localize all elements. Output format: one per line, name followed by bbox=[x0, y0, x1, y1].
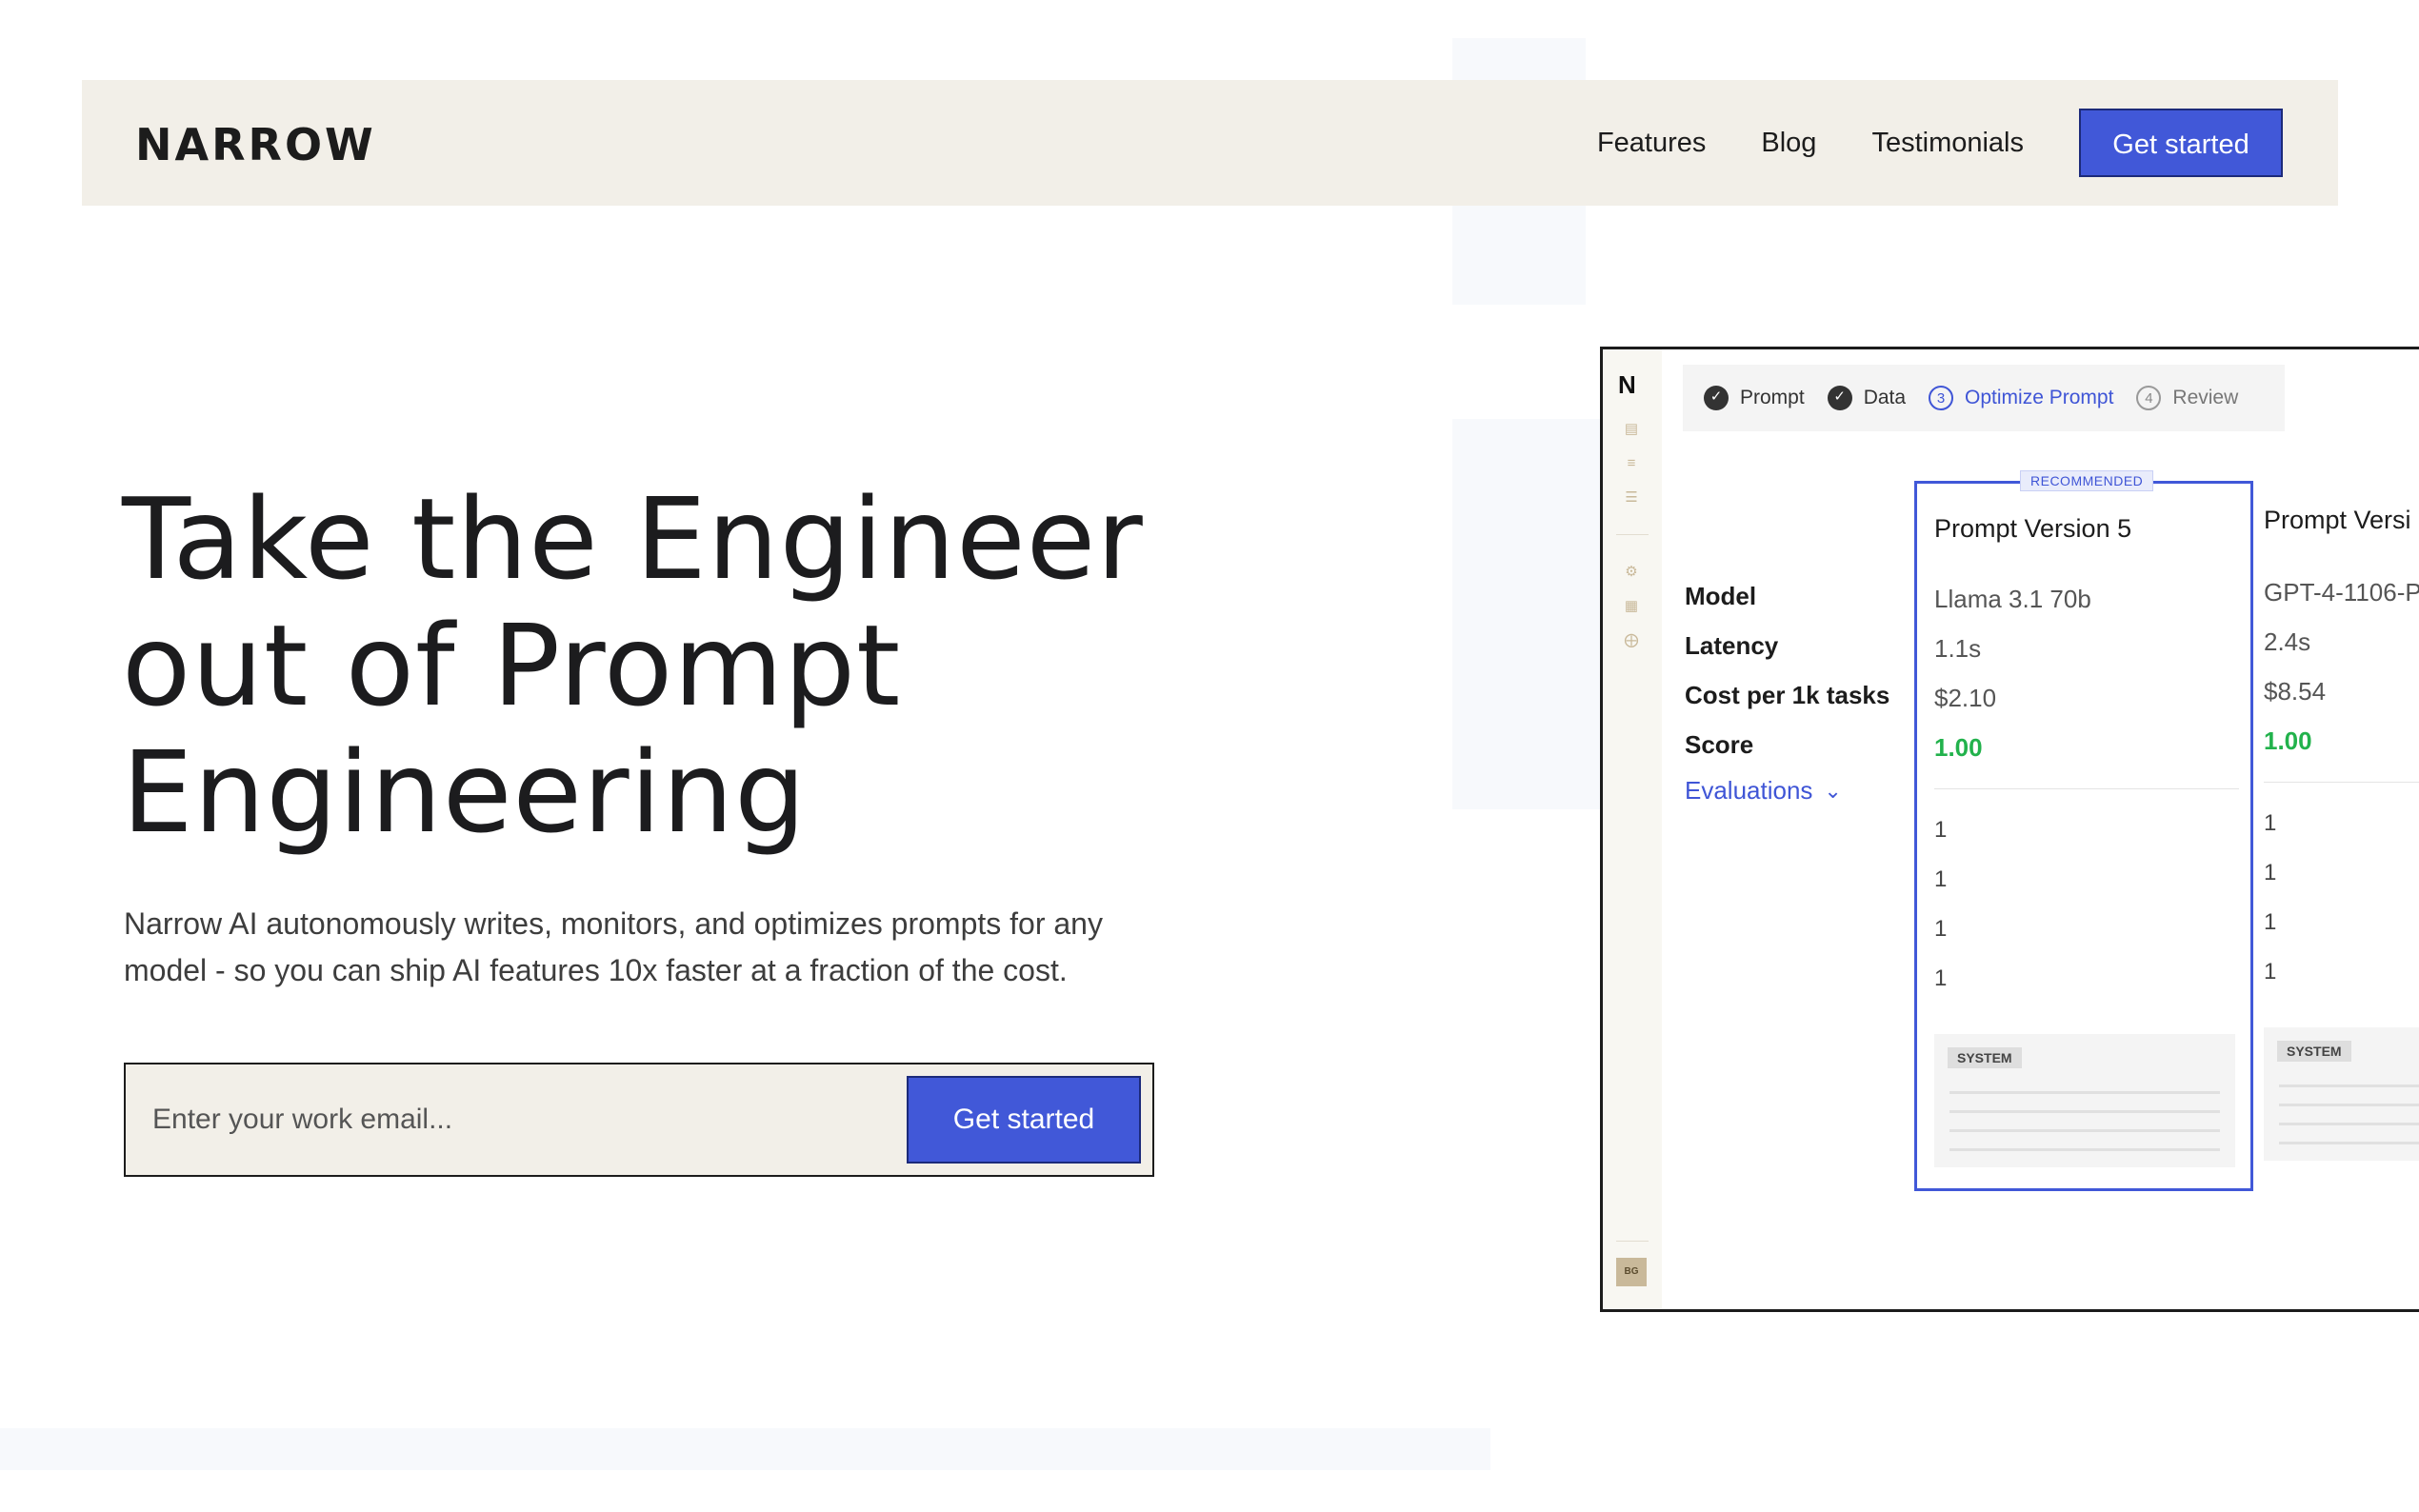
recommended-badge: RECOMMENDED bbox=[2020, 470, 2154, 491]
app-sidebar: N ▤ ≡ ☰ ⚙ ▦ ⨁ BG bbox=[1603, 349, 1662, 1309]
prompt-card-latency: 2.4s bbox=[2264, 627, 2311, 656]
system-prompt-preview: SYSTEM bbox=[2264, 1027, 2419, 1161]
card-divider bbox=[2264, 782, 2419, 783]
hero-subtitle: Narrow AI autonomously writes, monitors,… bbox=[124, 906, 1103, 987]
main-nav: Features Blog Testimonials Get started bbox=[1597, 107, 2283, 179]
card-divider bbox=[1934, 788, 2239, 789]
step-label: Data bbox=[1863, 387, 1907, 408]
hero-title-line: out of Prompt bbox=[122, 600, 902, 731]
prompt-card-cost: $2.10 bbox=[1934, 684, 1997, 712]
evaluation-value: 1 bbox=[2264, 909, 2277, 935]
check-icon: ✓ bbox=[1704, 386, 1729, 410]
step-number: 3 bbox=[1929, 386, 1954, 410]
narrow-logo[interactable]: NARROW bbox=[135, 122, 415, 164]
app-logo: N bbox=[1618, 370, 1636, 399]
background-tile bbox=[1452, 419, 1600, 809]
prompt-card-model: GPT-4-1106-P bbox=[2264, 578, 2419, 607]
prompt-card-title: Prompt Versi bbox=[2264, 506, 2411, 534]
evaluation-value: 1 bbox=[2264, 959, 2277, 985]
row-label-model: Model bbox=[1685, 582, 1757, 610]
text-line-placeholder bbox=[2279, 1084, 2419, 1087]
system-badge: SYSTEM bbox=[2277, 1041, 2351, 1062]
email-signup-form: Get started bbox=[124, 1063, 1154, 1177]
evaluation-value: 1 bbox=[1934, 916, 1948, 942]
sidebar-divider bbox=[1616, 534, 1649, 535]
site-header: NARROW Features Blog Testimonials Get st… bbox=[82, 80, 2338, 206]
step-label: Review bbox=[2172, 387, 2239, 408]
nav-link-features[interactable]: Features bbox=[1597, 107, 1706, 179]
background-tile bbox=[0, 1428, 1490, 1470]
evaluation-value: 1 bbox=[1934, 965, 1948, 991]
nav-link-testimonials[interactable]: Testimonials bbox=[1871, 107, 2024, 179]
prompt-card-score: 1.00 bbox=[1934, 733, 1983, 762]
prompt-card-recommended[interactable]: RECOMMENDED Prompt Version 5 Llama 3.1 7… bbox=[1914, 470, 2253, 1191]
evaluations-toggle[interactable]: Evaluations ⌄ bbox=[1685, 776, 1842, 806]
prompt-card-title: Prompt Version 5 bbox=[1934, 514, 2132, 543]
step-number: 4 bbox=[2136, 386, 2162, 410]
document-icon[interactable]: ▤ bbox=[1624, 422, 1639, 437]
system-badge: SYSTEM bbox=[1948, 1047, 2022, 1068]
system-prompt-preview: SYSTEM bbox=[1934, 1034, 2235, 1167]
step-data[interactable]: ✓ Data bbox=[1827, 386, 1907, 410]
evaluations-label: Evaluations bbox=[1685, 776, 1813, 805]
text-line-placeholder bbox=[1949, 1148, 2220, 1151]
email-input[interactable] bbox=[126, 1064, 888, 1175]
hero-title: Take the Engineer out of Prompt Engineer… bbox=[122, 476, 1312, 856]
evaluation-value: 1 bbox=[1934, 866, 1948, 892]
step-prompt[interactable]: ✓ Prompt bbox=[1704, 386, 1805, 410]
text-line-placeholder bbox=[1949, 1110, 2220, 1113]
progress-stepper: ✓ Prompt ✓ Data 3 Optimize Prompt 4 Revi… bbox=[1683, 365, 2285, 431]
sidebar-divider bbox=[1616, 1241, 1649, 1242]
step-review[interactable]: 4 Review bbox=[2136, 386, 2238, 410]
app-preview: N ▤ ≡ ☰ ⚙ ▦ ⨁ BG ✓ Prompt ✓ Data 3 Optim… bbox=[1600, 347, 2419, 1312]
hero-title-line: Take the Engineer bbox=[122, 473, 1144, 605]
text-line-placeholder bbox=[1949, 1129, 2220, 1132]
text-line-placeholder bbox=[2279, 1142, 2419, 1144]
step-optimize-prompt[interactable]: 3 Optimize Prompt bbox=[1929, 386, 2113, 410]
prompt-card-alternate[interactable]: Prompt Versi GPT-4-1106-P 2.4s $8.54 1.0… bbox=[2247, 481, 2419, 1191]
text-line-placeholder bbox=[2279, 1104, 2419, 1106]
logo-text: NARROW bbox=[135, 122, 376, 164]
text-line-placeholder bbox=[1949, 1091, 2220, 1094]
step-label: Prompt bbox=[1740, 387, 1805, 408]
nav-link-blog[interactable]: Blog bbox=[1761, 107, 1816, 179]
step-label: Optimize Prompt bbox=[1965, 387, 2114, 408]
text-line-placeholder bbox=[2279, 1123, 2419, 1125]
sliders-icon[interactable]: ≡ bbox=[1624, 456, 1639, 471]
prompt-card-latency: 1.1s bbox=[1934, 634, 1982, 663]
prompt-card-model: Llama 3.1 70b bbox=[1934, 585, 2091, 613]
check-icon: ✓ bbox=[1827, 386, 1852, 410]
support-icon[interactable]: ⨁ bbox=[1624, 633, 1639, 648]
row-label-score: Score bbox=[1685, 730, 1754, 759]
evaluation-value: 1 bbox=[2264, 860, 2277, 885]
row-label-cost: Cost per 1k tasks bbox=[1685, 681, 1890, 709]
list-icon[interactable]: ☰ bbox=[1624, 490, 1639, 506]
email-get-started-button[interactable]: Get started bbox=[907, 1076, 1141, 1164]
evaluation-value: 1 bbox=[1934, 817, 1948, 843]
evaluation-value: 1 bbox=[2264, 810, 2277, 836]
prompt-card-score: 1.00 bbox=[2264, 726, 2312, 755]
hero-title-line: Engineering bbox=[122, 726, 807, 858]
book-icon[interactable]: ▦ bbox=[1624, 599, 1639, 614]
prompt-card-cost: $8.54 bbox=[2264, 677, 2327, 706]
chevron-down-icon: ⌄ bbox=[1824, 778, 1842, 803]
gear-icon[interactable]: ⚙ bbox=[1624, 565, 1639, 580]
get-started-button[interactable]: Get started bbox=[2079, 109, 2283, 177]
row-label-latency: Latency bbox=[1685, 631, 1779, 660]
avatar[interactable]: BG bbox=[1616, 1258, 1647, 1286]
